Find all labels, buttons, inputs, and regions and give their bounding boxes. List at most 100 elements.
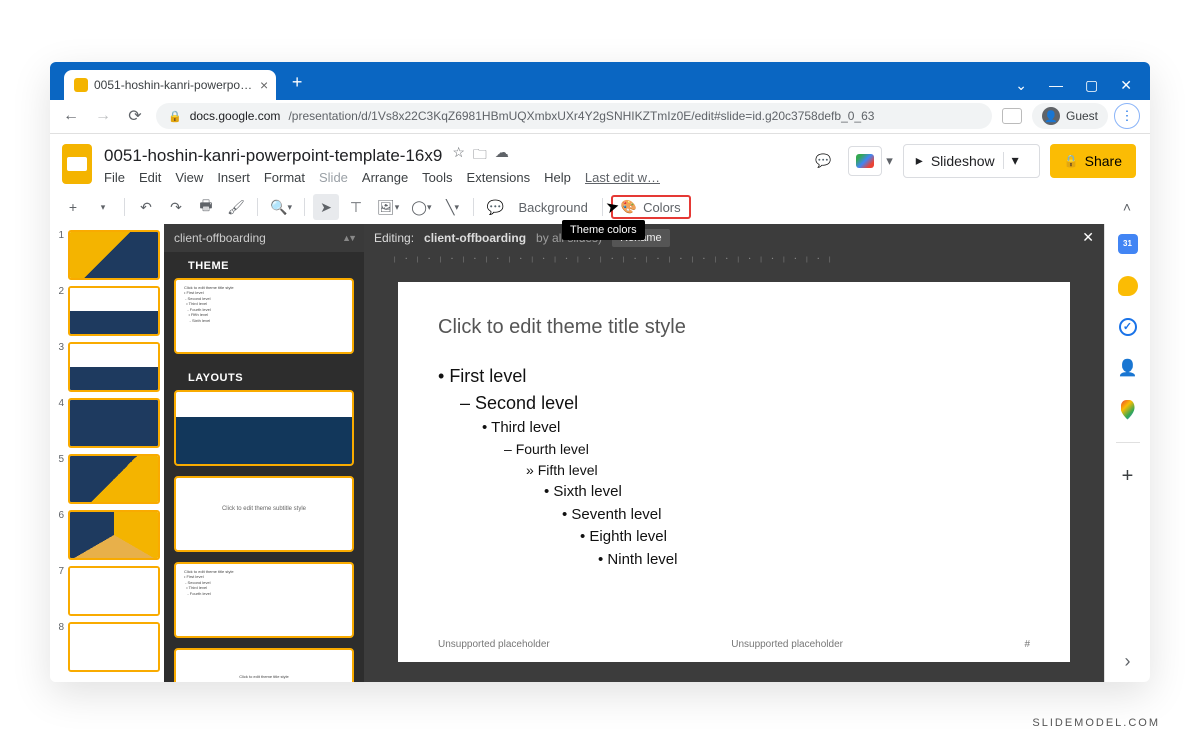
background-button[interactable]: Background <box>512 194 593 220</box>
shape-tool[interactable]: ◯ ▾ <box>407 194 435 220</box>
collapse-toolbar-icon[interactable]: ˄ <box>1114 194 1140 220</box>
layout-thumb[interactable]: Click to edit theme title style• First l… <box>174 562 354 638</box>
lock-icon: 🔒 <box>168 110 182 123</box>
slide-thumb: 4 <box>54 398 160 448</box>
keep-icon[interactable] <box>1118 276 1138 296</box>
image-tool[interactable]: 🖼 ▾ <box>373 194 403 220</box>
undo-button[interactable]: ↶ <box>133 194 159 220</box>
menu-tools[interactable]: Tools <box>422 170 452 185</box>
menu-edit[interactable]: Edit <box>139 170 161 185</box>
new-tab-button[interactable]: + <box>284 70 310 96</box>
theme-title-placeholder[interactable]: Click to edit theme title style <box>438 316 1030 339</box>
last-edit-link[interactable]: Last edit w… <box>585 170 660 185</box>
footer-slide-number[interactable]: # <box>1024 639 1030 650</box>
toolbar: + ▾ ↶ ↷ 🖶 🖌 🔍 ▾ ➤ ⊤ 🖼 ▾ ◯ ▾ ╲ ▾ 💬 Backgr… <box>50 192 1150 224</box>
star-icon[interactable]: ☆ <box>452 144 465 168</box>
new-slide-dropdown-icon[interactable]: ▾ <box>90 194 116 220</box>
theme-name: client-offboarding <box>174 231 266 245</box>
ruler[interactable]: | ・ | ・ | ・ | ・ | ・ | ・ | ・ | ・ | ・ | ・ … <box>364 252 1104 266</box>
meet-dropdown-icon[interactable]: ▾ <box>886 153 893 169</box>
chrome-titlebar: 0051-hoshin-kanri-powerpoint-t × + ⌄ — ▢… <box>50 62 1150 100</box>
share-button[interactable]: 🔒 Share <box>1050 144 1136 178</box>
new-slide-button[interactable]: + <box>60 194 86 220</box>
close-window-icon[interactable]: ✕ <box>1120 77 1132 94</box>
install-app-icon[interactable] <box>1002 108 1022 124</box>
editing-target: client-offboarding <box>424 231 526 245</box>
editing-prefix: Editing: <box>374 231 414 245</box>
layout-thumb[interactable] <box>174 390 354 466</box>
menu-view[interactable]: View <box>175 170 203 185</box>
menu-extensions[interactable]: Extensions <box>467 170 531 185</box>
slides-logo-icon[interactable] <box>62 144 92 184</box>
slide-thumb: 6 <box>54 510 160 560</box>
address-bar[interactable]: 🔒 docs.google.com/presentation/d/1Vs8x22… <box>156 103 992 129</box>
contacts-icon[interactable]: 👤 <box>1118 358 1138 378</box>
side-panel: 👤 + › <box>1104 224 1150 682</box>
slide-thumb: 3 <box>54 342 160 392</box>
print-button[interactable]: 🖶 <box>193 194 219 220</box>
slideshow-dropdown-icon[interactable]: ▾ <box>1003 152 1027 169</box>
maps-icon[interactable] <box>1121 400 1135 420</box>
move-icon[interactable]: 🗀 <box>473 144 487 168</box>
tab-title: 0051-hoshin-kanri-powerpoint-t <box>94 78 254 92</box>
theme-panel-header[interactable]: client-offboarding ▲▼ <box>164 224 364 252</box>
hide-side-panel-icon[interactable]: › <box>1125 651 1131 672</box>
minimize-icon[interactable]: — <box>1049 77 1063 93</box>
select-tool[interactable]: ➤ <box>313 194 339 220</box>
meet-button[interactable] <box>848 146 882 176</box>
close-theme-editor-icon[interactable]: ✕ <box>1082 229 1094 246</box>
theme-master-thumb[interactable]: Click to edit theme title style• First l… <box>174 278 354 354</box>
calendar-icon[interactable] <box>1118 234 1138 254</box>
layout-thumb[interactable]: Click to edit theme subtitle style <box>174 476 354 552</box>
slides-favicon <box>74 78 88 92</box>
theme-body-placeholder[interactable]: First level Second level Third level Fou… <box>438 363 1030 572</box>
menu-arrange[interactable]: Arrange <box>362 170 408 185</box>
tasks-icon[interactable] <box>1119 318 1137 336</box>
line-tool[interactable]: ╲ ▾ <box>439 194 465 220</box>
address-bar-row: ← → ⟳ 🔒 docs.google.com/presentation/d/1… <box>50 100 1150 134</box>
menu-insert[interactable]: Insert <box>217 170 250 185</box>
browser-menu-button[interactable]: ⋮ <box>1114 103 1140 129</box>
comments-icon[interactable]: 💬 <box>808 146 838 176</box>
lock-icon: 🔒 <box>1064 154 1079 168</box>
theme-panel: client-offboarding ▲▼ THEME Click to edi… <box>164 224 364 682</box>
share-label: Share <box>1085 153 1122 169</box>
menu-file[interactable]: File <box>104 170 125 185</box>
slide-thumb: 8 <box>54 622 160 672</box>
avatar-icon: 👤 <box>1042 107 1060 125</box>
menu-slide[interactable]: Slide <box>319 170 348 185</box>
layout-thumb[interactable]: Click to edit theme title style <box>174 648 354 682</box>
back-button[interactable]: ← <box>60 105 82 127</box>
editor-header: Editing: client-offboarding by all slide… <box>364 224 1104 252</box>
redo-button[interactable]: ↷ <box>163 194 189 220</box>
close-tab-icon[interactable]: × <box>260 77 268 93</box>
slide-thumb: 1 <box>54 230 160 280</box>
comment-button[interactable]: 💬 <box>482 194 508 220</box>
forward-button[interactable]: → <box>92 105 114 127</box>
textbox-tool[interactable]: ⊤ <box>343 194 369 220</box>
slide-thumb: 5 <box>54 454 160 504</box>
profile-chip[interactable]: 👤 Guest <box>1032 103 1108 129</box>
chevron-down-icon[interactable]: ⌄ <box>1015 77 1027 94</box>
filmstrip[interactable]: 1 2 3 4 5 6 7 8 <box>50 224 164 682</box>
window-controls: ⌄ — ▢ ✕ <box>1015 77 1150 100</box>
theme-colors-button[interactable]: 🎨 Colors <box>611 195 691 219</box>
paint-format-button[interactable]: 🖌 <box>223 194 249 220</box>
colors-label: Colors <box>643 200 681 215</box>
footer-center[interactable]: Unsupported placeholder <box>550 639 1025 650</box>
menu-help[interactable]: Help <box>544 170 571 185</box>
zoom-button[interactable]: 🔍 ▾ <box>266 194 296 220</box>
slides-header: 0051-hoshin-kanri-powerpoint-template-16… <box>50 134 1150 192</box>
slide-canvas[interactable]: Click to edit theme title style First le… <box>398 282 1070 662</box>
tooltip: Theme colors <box>562 220 645 240</box>
browser-tab[interactable]: 0051-hoshin-kanri-powerpoint-t × <box>64 70 276 100</box>
theme-switcher-icon[interactable]: ▲▼ <box>342 233 354 243</box>
slideshow-button[interactable]: ▸ Slideshow ▾ <box>903 144 1040 178</box>
maximize-icon[interactable]: ▢ <box>1085 77 1098 94</box>
footer-left[interactable]: Unsupported placeholder <box>438 639 550 650</box>
reload-button[interactable]: ⟳ <box>124 105 146 127</box>
addons-button[interactable]: + <box>1122 465 1134 488</box>
menu-format[interactable]: Format <box>264 170 305 185</box>
doc-title[interactable]: 0051-hoshin-kanri-powerpoint-template-16… <box>104 146 442 166</box>
palette-icon: 🎨 <box>621 199 637 215</box>
